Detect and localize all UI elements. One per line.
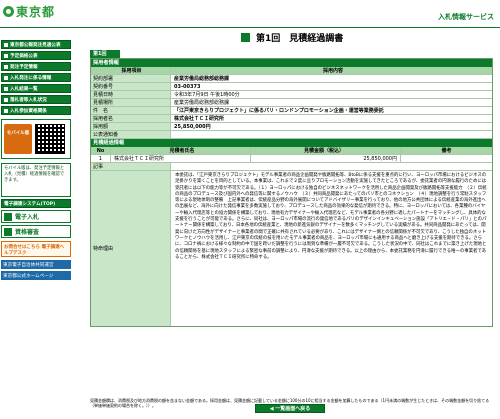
sidebar-item-label: 入札発注に係る情報 xyxy=(10,75,52,81)
service-title: 入札情報サービス xyxy=(438,13,494,21)
sidebar-item-e-procurement[interactable]: 電子調達システム(TOP) xyxy=(1,199,71,208)
sidebar-item-bid-results[interactable]: 入札結果一覧 xyxy=(1,84,71,93)
main-content: 第1回 見積経過調書 第1回 採用者情報 採用項目 採用内容 契約部署 産業労働局… xyxy=(76,28,496,415)
row-key: 契約部署 xyxy=(91,75,171,82)
section-purchase-header: 採用者情報 xyxy=(91,59,492,67)
table-row: 件 名「江戸東京きらりプロジェクト」に係るパリ・ロンドンプロモーション企画・運営… xyxy=(91,107,492,115)
bid-icon xyxy=(4,212,12,221)
remarks-label: 記事 xyxy=(91,163,171,170)
table-row: 採用者名 株式会社ＴＣＩ研究所 xyxy=(91,115,492,123)
row-key: 公表通知番 xyxy=(91,131,171,138)
remarks-row: 記事 xyxy=(91,163,492,171)
arrow-icon xyxy=(4,64,8,69)
tokyo-logo[interactable]: 東京都 xyxy=(3,3,55,20)
sidebar-item-label: 東京都公報発注見通公表 xyxy=(10,42,61,48)
row-key: 契約番号 xyxy=(91,83,171,90)
arrow-icon xyxy=(4,86,8,91)
round-tab: 第1回 xyxy=(90,50,120,58)
header-key: 採用項目 xyxy=(91,67,171,74)
estimate-name: 株式会社ＴＣＩ研究所 xyxy=(111,155,251,162)
table-row: 見積場所 産業労働局総務部総務課 xyxy=(91,99,492,107)
mobile-badge: モバイル版 xyxy=(4,124,32,154)
review-icon xyxy=(4,227,12,236)
back-to-list-button[interactable]: ◀ 一覧画面へ戻る xyxy=(255,404,325,413)
estimate-table: No 見積者氏名 見積金額（税込） 備考 1 株式会社ＴＣＩ研究所 25,850… xyxy=(91,147,492,163)
row-key: 採用額 xyxy=(91,123,171,130)
arrow-icon xyxy=(4,75,8,80)
estimate-row: 1 株式会社ＴＣＩ研究所 25,850,000円 xyxy=(91,155,492,163)
sidebar-item-winner-status[interactable]: 落札者等入札状況 xyxy=(1,95,71,104)
sidebar-item-bid-info[interactable]: 入札発注に係る情報 xyxy=(1,73,71,82)
estimate-no: 1 xyxy=(91,155,111,162)
sidebar-item-planned-price[interactable]: 予定価格公表 xyxy=(1,51,71,60)
sidebar-item-qualification-review[interactable]: 資格審査 xyxy=(1,225,71,238)
sidebar: 東京都公報発注見通公表 予定価格公表 発注予定情報 入札発注に係る情報 入札結果… xyxy=(0,40,72,415)
row-value xyxy=(171,131,492,138)
sidebar-item-label: 入札参加資格関係 xyxy=(10,108,47,114)
qr-code-icon xyxy=(35,124,65,154)
page-title: 第1回 見積経過調書 xyxy=(241,31,343,44)
row-value: 03-00373 xyxy=(171,83,492,90)
estimate-table-header: No 見積者氏名 見積金額（税込） 備考 xyxy=(91,147,492,155)
sidebar-item-label: 資格審査 xyxy=(15,229,40,236)
table-row: 契約部署 産業労働局総務部総務課 xyxy=(91,75,492,83)
row-value: 株式会社ＴＣＩ研究所 xyxy=(171,115,492,122)
table-row: 見積日時 令和3年7月9日 午後1時00分 xyxy=(91,91,492,99)
col-amount: 見積金額（税込） xyxy=(251,147,401,154)
row-value: 令和3年7月9日 午後1時00分 xyxy=(171,91,492,98)
sidebar-item-order-plan[interactable]: 発注予定情報 xyxy=(1,62,71,71)
tokyo-emblem-icon xyxy=(3,6,14,17)
sidebar-item-label: 落札者等入札状況 xyxy=(10,97,47,103)
link-e-government[interactable]: 東京電子自治体共同運営 xyxy=(1,260,71,269)
row-key: 件 名 xyxy=(91,107,171,114)
logo-text: 東京都 xyxy=(16,5,56,19)
arrow-icon xyxy=(4,53,8,58)
table-row: 契約番号 03-00373 xyxy=(91,83,492,91)
document-frame: 採用者情報 採用項目 採用内容 契約部署 産業労働局総務部総務課 契約番号 03-0… xyxy=(90,58,493,327)
arrow-icon xyxy=(4,108,8,113)
row-key: 見積場所 xyxy=(91,99,171,106)
table-header: 採用項目 採用内容 xyxy=(91,67,492,75)
link-tokyo-official[interactable]: 東京都公式ホームページ xyxy=(1,271,71,280)
sidebar-item-gazette[interactable]: 東京都公報発注見通公表 xyxy=(1,40,71,49)
special-reason-row: 特命理由 本委託は、「江戸東京きらりプロジェクト」モデル事業者の商品企画開発や販… xyxy=(91,171,492,326)
mobile-note: モバイル版は、発注予定情報と入札（見積）経過情報を確認できます。 xyxy=(1,163,71,197)
mobile-promo[interactable]: モバイル版 xyxy=(1,119,71,159)
estimate-note xyxy=(401,155,492,162)
row-value: 産業労働局総務部総務課 xyxy=(171,75,492,82)
col-no: No xyxy=(91,147,111,154)
row-value: 産業労働局総務部総務課 xyxy=(171,99,492,106)
table-row: 採用額 25,850,000円 xyxy=(91,123,492,131)
table-row: 公表通知番 xyxy=(91,131,492,139)
row-key: 見積日時 xyxy=(91,91,171,98)
section-estimate-header: 見積経過情報 xyxy=(91,139,492,147)
col-note: 備考 xyxy=(401,147,492,154)
sidebar-item-qualification[interactable]: 入札参加資格関係 xyxy=(1,106,71,115)
sidebar-item-label: 電子調達システム(TOP) xyxy=(4,201,56,207)
special-reason-text: 本委託は、「江戸東京きらりプロジェクト」モデル事業者の商品企画開発や販路開拓等、… xyxy=(171,171,492,326)
special-reason-label: 特命理由 xyxy=(91,171,171,326)
sidebar-item-label: 発注予定情報 xyxy=(10,64,38,70)
site-header: 東京都 入札情報サービス xyxy=(0,0,500,28)
header-value: 採用内容 xyxy=(171,67,492,74)
col-name: 見積者氏名 xyxy=(111,147,251,154)
row-key: 採用者名 xyxy=(91,115,171,122)
arrow-icon xyxy=(4,42,8,47)
helpdesk-banner[interactable]: お問合せはこちら 電子調達ヘルプデスク xyxy=(1,241,71,257)
sidebar-item-e-bidding[interactable]: 電子入札 xyxy=(1,210,71,223)
row-value: 25,850,000円 xyxy=(171,123,492,130)
sidebar-item-label: 予定価格公表 xyxy=(10,53,38,59)
sidebar-item-label: 電子入札 xyxy=(15,214,40,221)
remarks-value xyxy=(171,163,492,170)
estimate-amount: 25,850,000円 xyxy=(251,155,401,162)
sidebar-item-label: 入札結果一覧 xyxy=(10,86,38,92)
arrow-icon xyxy=(4,97,8,102)
row-value: 「江戸東京きらりプロジェクト」に係るパリ・ロンドンプロモーション企画・運営等業務… xyxy=(171,107,492,114)
